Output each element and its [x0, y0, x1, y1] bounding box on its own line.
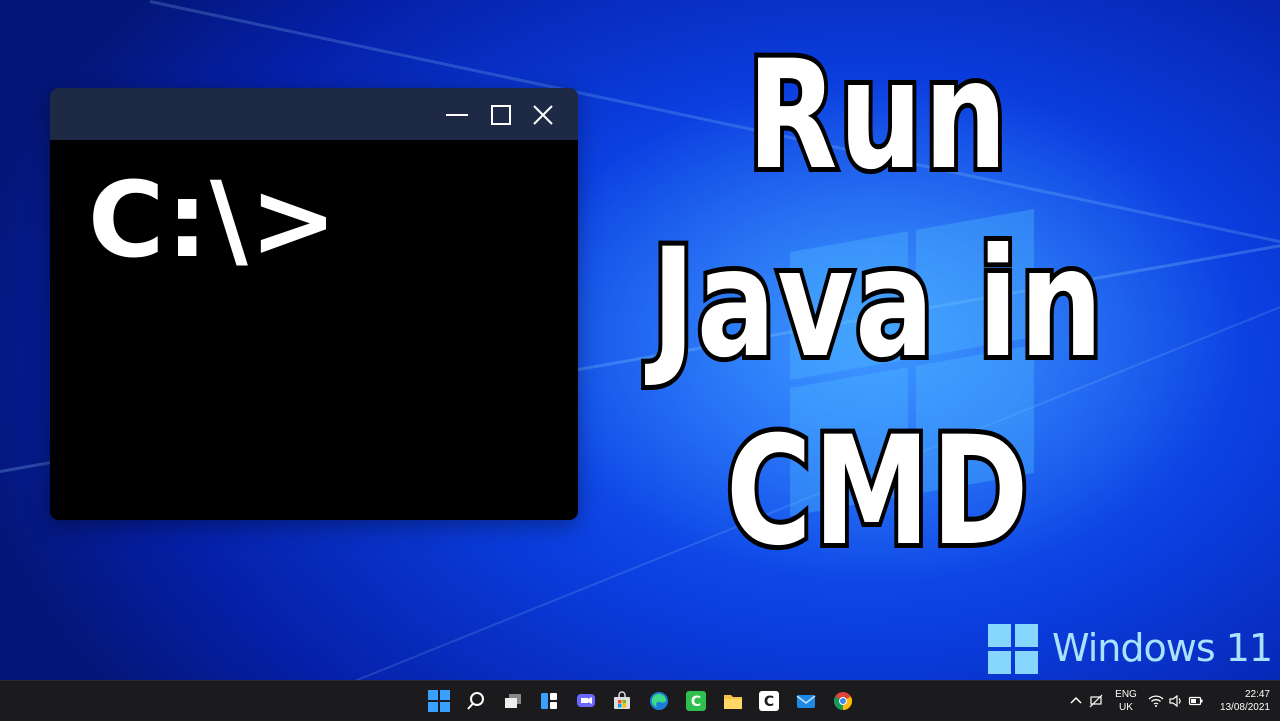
mail-button[interactable] — [794, 689, 818, 713]
store-button[interactable] — [610, 689, 634, 713]
widgets-icon — [541, 693, 557, 709]
taskbar: C C ENG UK 22:47 13/08/2021 — [0, 680, 1280, 721]
chat-button[interactable] — [574, 689, 598, 713]
clock-time: 22:47 — [1244, 689, 1270, 700]
task-view-icon — [505, 694, 521, 708]
minimize-icon[interactable] — [444, 102, 470, 128]
folder-icon — [724, 695, 742, 709]
close-icon[interactable] — [530, 102, 556, 128]
teams-chat-icon — [577, 694, 595, 707]
headline-line: Java in — [648, 212, 1107, 396]
language-region: UK — [1119, 702, 1133, 713]
language-code: ENG — [1115, 689, 1137, 700]
file-explorer-button[interactable] — [721, 689, 745, 713]
search-button[interactable] — [464, 689, 488, 713]
brand-text: Windows 11 — [1052, 626, 1273, 670]
search-icon — [467, 692, 484, 710]
maximize-icon[interactable] — [488, 102, 514, 128]
svg-text:C: C — [764, 694, 774, 710]
headline-line: CMD — [722, 400, 1032, 584]
microsoft-store-icon — [614, 691, 630, 709]
windows-start-icon — [428, 690, 450, 712]
prompt-text: C:\> — [88, 159, 340, 281]
chevron-up-icon[interactable] — [1068, 693, 1084, 709]
camtasia-button[interactable]: C — [684, 689, 708, 713]
widgets-button[interactable] — [537, 689, 561, 713]
svg-text:C: C — [691, 694, 701, 710]
headline-line: Run — [743, 24, 1011, 208]
windows-logo-icon — [988, 624, 1038, 674]
mail-icon — [796, 695, 816, 708]
console-area[interactable]: C:\> — [50, 140, 578, 520]
edge-button[interactable] — [647, 689, 671, 713]
chrome-button[interactable] — [831, 689, 855, 713]
network-off-icon[interactable] — [1088, 693, 1104, 709]
language-indicator[interactable]: ENG UK — [1114, 688, 1138, 728]
camtasia-alt-button[interactable]: C — [757, 689, 781, 713]
wifi-icon[interactable] — [1148, 693, 1164, 709]
chrome-icon — [833, 692, 853, 710]
clock[interactable]: 22:47 13/08/2021 — [1208, 688, 1270, 728]
start-button[interactable] — [427, 689, 451, 713]
task-view-button[interactable] — [501, 689, 525, 713]
window-titlebar[interactable] — [50, 88, 578, 140]
headline: Run Java in CMD — [568, 22, 1188, 586]
camtasia-icon: C — [759, 691, 779, 711]
camtasia-icon: C — [686, 691, 706, 711]
volume-icon[interactable] — [1168, 693, 1184, 709]
edge-icon — [650, 692, 668, 710]
clock-date: 13/08/2021 — [1219, 702, 1270, 713]
battery-icon[interactable] — [1188, 693, 1204, 709]
command-prompt-window[interactable]: C:\> — [50, 88, 578, 520]
